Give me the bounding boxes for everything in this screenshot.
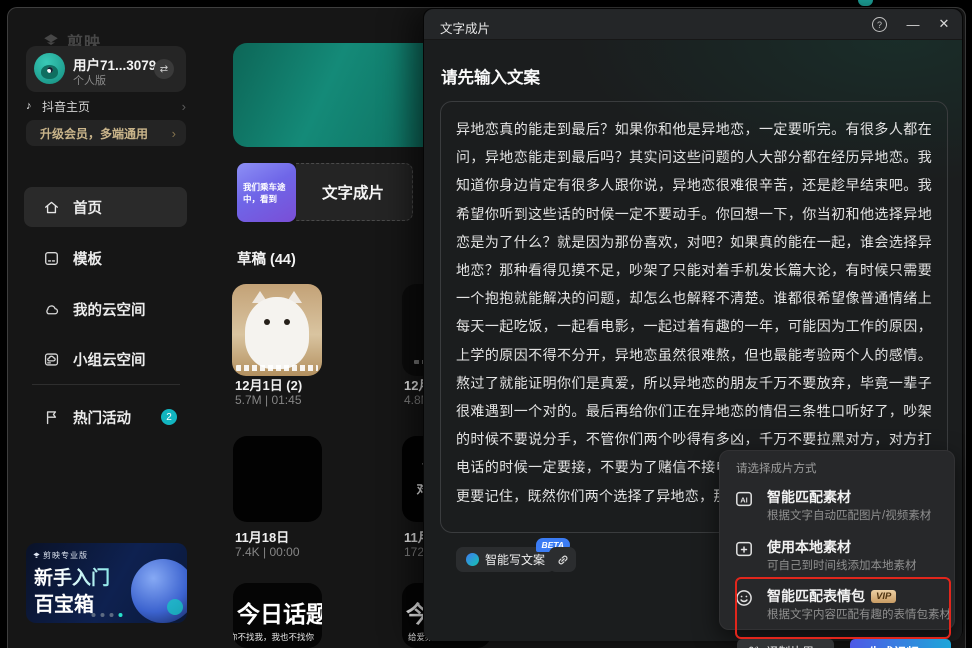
cloud-icon	[43, 301, 60, 318]
thumbnail-title: 今日话题	[237, 595, 322, 629]
text-to-video-card[interactable]: 文字成片	[296, 163, 413, 221]
swap-icon: ⇄	[160, 64, 168, 75]
screen-notch-indicator	[858, 0, 873, 6]
switch-account-button[interactable]: ⇄	[154, 59, 174, 79]
menu-item-title: 智能匹配素材	[767, 487, 851, 507]
cat-eye	[284, 319, 290, 325]
notification-badge: 2	[161, 409, 177, 425]
menu-item-smart-match[interactable]: AI 智能匹配素材 根据文字自动匹配图片/视频素材	[720, 487, 954, 533]
tool-card-label: 文字成片	[322, 181, 384, 203]
draft-thumbnail[interactable]	[232, 284, 322, 376]
draft-meta: 7.4K | 00:00	[235, 545, 300, 559]
avatar	[34, 53, 65, 84]
generate-label: 生成视频	[868, 642, 918, 648]
sidebar-divider	[32, 384, 180, 385]
ai-sphere-icon	[466, 553, 479, 566]
screen: 剪映 用户71...3079 个人版 ⇄ ♪ 抖音主页 › 升级会员，多端通用 …	[0, 0, 972, 648]
jianying-pro-logo-icon	[33, 552, 40, 559]
douyin-label: 抖音主页	[42, 98, 182, 115]
avatar-eye	[47, 67, 53, 73]
carousel-dot[interactable]	[91, 613, 95, 617]
sidebar-item-home[interactable]: 首页	[24, 187, 187, 227]
dialog-body: 请先输入文案 异地恋真的能走到最后？如果你和他是异地恋，一定要听完。有很多人都在…	[424, 40, 962, 641]
flag-icon	[43, 409, 60, 426]
sidebar-item-label: 小组云空间	[73, 349, 146, 370]
sidebar-item-my-cloud[interactable]: 我的云空间	[24, 291, 187, 327]
chevron-right-icon: ›	[172, 126, 176, 141]
carousel-dot[interactable]	[100, 613, 104, 617]
link-icon	[556, 553, 570, 567]
sidebar-item-group-cloud[interactable]: 小组云空间	[24, 341, 187, 377]
link-import-button[interactable]	[549, 547, 576, 572]
menu-item-title: 使用本地素材	[767, 537, 851, 557]
draft-thumbnail[interactable]	[233, 436, 322, 522]
sidebar-item-templates[interactable]: 模板	[24, 240, 187, 276]
voice-icon	[746, 644, 760, 648]
menu-item-desc: 可自己到时间线添加本地素材	[767, 557, 917, 573]
feature-banner[interactable]	[233, 43, 438, 147]
promo-brand: 剪映专业版	[33, 550, 88, 561]
help-icon[interactable]: ?	[872, 17, 887, 32]
menu-item-desc: 根据文字自动匹配图片/视频素材	[767, 507, 931, 523]
generate-video-button[interactable]: 生成视频	[850, 639, 951, 648]
upgrade-label: 升级会员，多端通用	[40, 125, 172, 142]
thumbnail-caption-blur	[236, 365, 318, 371]
smart-write-label: 智能写文案	[485, 551, 545, 568]
sidebar-item-label: 模板	[73, 248, 102, 269]
carousel-dot[interactable]	[109, 613, 113, 617]
user-name: 用户71...3079	[73, 54, 156, 74]
douyin-homepage-link[interactable]: ♪ 抖音主页 ›	[26, 97, 186, 115]
user-card[interactable]: 用户71...3079 个人版 ⇄	[26, 46, 186, 92]
sidebar-item-label: 首页	[73, 197, 102, 218]
draft-title: 11月18日	[235, 527, 289, 546]
draft-thumbnail[interactable]: 今日话题 你不找我，我也不找你	[233, 583, 322, 648]
promo-title-line2: 百宝箱	[34, 588, 94, 617]
menu-header: 请选择成片方式	[736, 460, 817, 476]
sidebar-item-label: 我的云空间	[73, 299, 146, 320]
home-icon	[43, 199, 60, 216]
drafts-heading: 草稿 (44)	[237, 248, 296, 269]
draft-title: 12月1日 (2)	[235, 375, 302, 394]
upgrade-membership-button[interactable]: 升级会员，多端通用 ›	[26, 120, 186, 146]
carousel-dot-active[interactable]	[118, 613, 122, 617]
voice-select-button[interactable]: 译制片男 ▾	[737, 639, 834, 648]
thumbnail-subtitle: 你不找我，我也不找你	[233, 631, 314, 643]
minimize-icon[interactable]: —	[902, 13, 924, 35]
tool-tile-text: 我们乘车途中，看到	[243, 182, 286, 204]
sidebar-item-hot-activities[interactable]: 热门活动 2	[24, 399, 187, 435]
promo-title-line1: 新手入门	[34, 563, 110, 590]
carousel-dots[interactable]	[91, 613, 122, 617]
douyin-note-icon: ♪	[26, 100, 42, 112]
text-to-video-dialog: 文字成片 ? — ✕ 请先输入文案 异地恋真的能走到最后？如果你和他是异地恋，一…	[423, 8, 963, 640]
close-icon[interactable]: ✕	[933, 13, 955, 35]
dialog-header: 文字成片 ? — ✕	[424, 9, 962, 40]
text-to-video-thumbnail[interactable]: 我们乘车途中，看到	[237, 163, 296, 222]
group-cloud-icon	[43, 351, 60, 368]
chevron-right-icon: ›	[182, 99, 186, 114]
svg-text:AI: AI	[740, 496, 748, 505]
sidebar-item-label: 热门活动	[73, 407, 131, 428]
user-plan: 个人版	[73, 72, 106, 88]
annotation-highlight-box	[735, 577, 951, 639]
cat-body	[245, 297, 310, 369]
smart-write-button[interactable]: 智能写文案 BETA	[456, 547, 555, 572]
template-icon	[43, 250, 60, 267]
draft-meta: 5.7M | 01:45	[235, 393, 302, 407]
voice-label: 译制片男	[766, 643, 814, 648]
dialog-title: 文字成片	[440, 18, 490, 37]
dialog-heading: 请先输入文案	[441, 64, 540, 88]
newbie-toolbox-banner[interactable]: 剪映专业版 新手入门 百宝箱	[26, 543, 187, 623]
add-material-icon	[734, 539, 754, 559]
ai-material-icon: AI	[734, 489, 754, 509]
